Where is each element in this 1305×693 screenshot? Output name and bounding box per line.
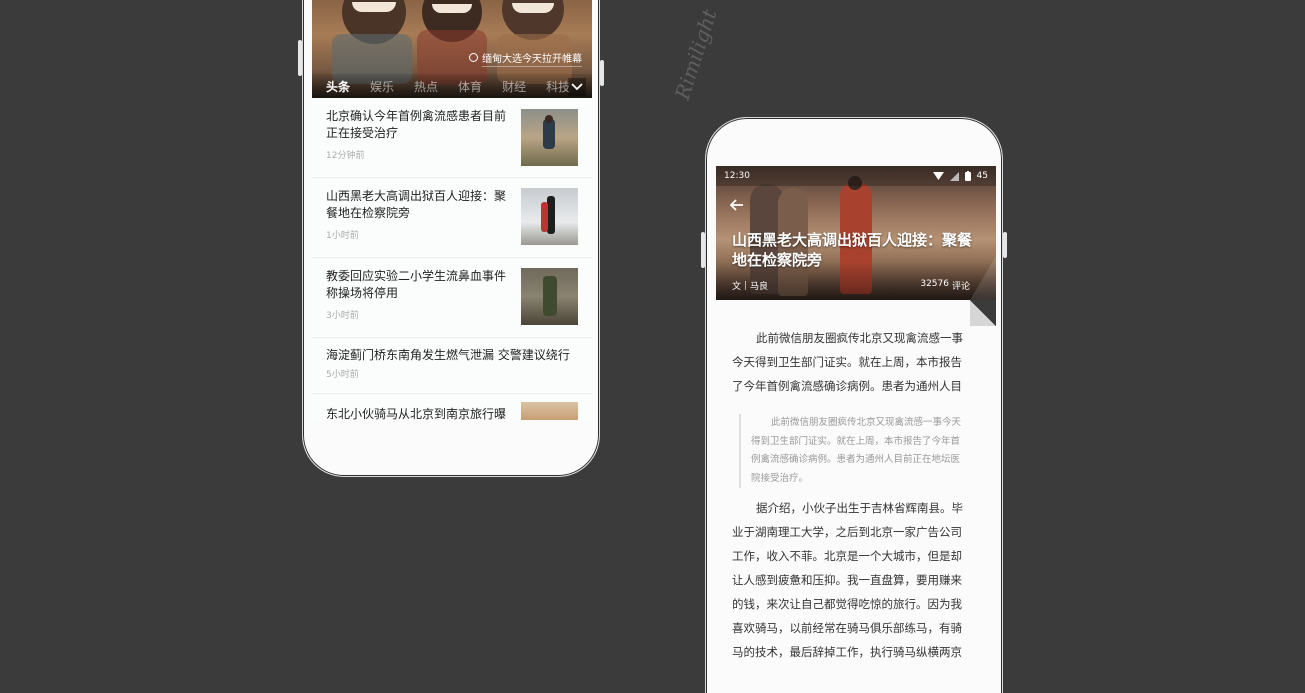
canvas: Rimilight 缅甸大选今天拉开帷幕 头条 娱乐 热点 体育 财经 科技 北… — [0, 0, 1305, 693]
news-thumbnail — [521, 188, 578, 245]
news-thumbnail — [521, 402, 578, 420]
hero-caption: 缅甸大选今天拉开帷幕 — [469, 50, 582, 65]
article-paragraph: 此前微信朋友圈疯传北京又现禽流感一事今天得到卫生部门证实。就在上周，本市报告了今… — [732, 331, 963, 393]
news-list-item[interactable]: 山西黑老大高调出狱百人迎接：聚餐地在检察院旁 1小时前 — [312, 178, 592, 258]
hero-caption-text: 缅甸大选今天拉开帷幕 — [482, 54, 582, 65]
news-title: 北京确认今年首例禽流感患者目前正在接受治疗 — [326, 109, 507, 140]
wifi-icon — [932, 172, 944, 180]
back-arrow-icon[interactable] — [729, 196, 744, 215]
category-tabs: 头条 娱乐 热点 体育 财经 科技 — [312, 74, 592, 98]
battery-icon — [964, 171, 971, 181]
news-list-item[interactable]: 教委回应实验二小学生流鼻血事件称操场将停用 3小时前 — [312, 258, 592, 338]
hero-smile — [432, 4, 472, 13]
news-title: 东北小伙骑马从北京到南京旅行曝 — [326, 407, 507, 420]
hero-caption-divider — [482, 66, 582, 67]
status-bar: 12:30 45 — [716, 166, 996, 186]
left-phone-power-button — [600, 60, 604, 86]
battery-level: 45 — [976, 171, 988, 181]
tab-sports[interactable]: 体育 — [458, 78, 482, 95]
page-fold-corner — [970, 300, 996, 326]
article-quote: 此前微信朋友圈疯传北京又现禽流感一事今天得到卫生部门证实。就在上周，本市报告了今… — [739, 414, 969, 488]
byline-prefix: 文 — [732, 282, 742, 292]
news-list-item[interactable]: 海淀蓟门桥东南角发生燃气泄漏 交警建议绕行 5小时前 — [312, 338, 592, 394]
hero-smile — [512, 3, 554, 13]
comment-count: 32576 — [920, 279, 949, 289]
status-time: 12:30 — [724, 171, 750, 181]
article-hero: 12:30 45 山西黑老大高调出狱百人迎接：聚餐地在检察院旁 文 马良 325… — [716, 166, 996, 300]
tab-headline[interactable]: 头条 — [326, 78, 351, 98]
news-time: 3小时前 — [326, 311, 359, 321]
hero-banner[interactable]: 缅甸大选今天拉开帷幕 头条 娱乐 热点 体育 财经 科技 — [312, 0, 592, 98]
news-list-item[interactable]: 北京确认今年首例禽流感患者目前正在接受治疗 12分钟前 — [312, 98, 592, 178]
news-list-item[interactable]: 东北小伙骑马从北京到南京旅行曝 — [312, 394, 592, 420]
news-time: 12分钟前 — [326, 151, 365, 161]
comment-count-link[interactable]: 32576 评论 — [920, 279, 970, 292]
left-phone-volume-button — [298, 40, 302, 76]
comment-label: 评论 — [951, 282, 970, 292]
author-name: 马良 — [750, 282, 769, 292]
tab-entertainment[interactable]: 娱乐 — [370, 78, 394, 95]
article-paragraph: 据介绍，小伙子出生于吉林省辉南县。毕业于湖南理工大学，之后到北京一家广告公司工作… — [732, 501, 963, 659]
news-title: 教委回应实验二小学生流鼻血事件称操场将停用 — [326, 269, 507, 300]
signal-icon — [949, 171, 959, 181]
camera-icon — [469, 53, 478, 62]
news-title: 山西黑老大高调出狱百人迎接：聚餐地在检察院旁 — [326, 189, 507, 220]
byline: 文 马良 — [732, 279, 768, 292]
news-thumbnail — [521, 109, 578, 166]
news-title: 海淀蓟门桥东南角发生燃气泄漏 交警建议绕行 — [326, 348, 570, 362]
right-screen: 12:30 45 山西黑老大高调出狱百人迎接：聚餐地在检察院旁 文 马良 325… — [716, 166, 996, 666]
right-phone-volume-button — [701, 232, 705, 268]
byline-divider — [745, 281, 747, 290]
article-title: 山西黑老大高调出狱百人迎接：聚餐地在检察院旁 — [732, 231, 973, 269]
news-time: 1小时前 — [326, 231, 359, 241]
tab-finance[interactable]: 财经 — [502, 78, 526, 95]
news-thumbnail — [521, 268, 578, 325]
hero-smile — [352, 2, 396, 12]
chevron-down-icon[interactable] — [568, 78, 586, 96]
news-time: 5小时前 — [326, 370, 359, 380]
tab-tech[interactable]: 科技 — [546, 78, 570, 95]
left-screen: 缅甸大选今天拉开帷幕 头条 娱乐 热点 体育 财经 科技 北京确认今年首例禽流感… — [312, 0, 592, 420]
watermark-text: Rimilight — [670, 6, 722, 103]
right-phone-power-button — [1003, 232, 1007, 258]
tab-hot[interactable]: 热点 — [414, 78, 438, 95]
